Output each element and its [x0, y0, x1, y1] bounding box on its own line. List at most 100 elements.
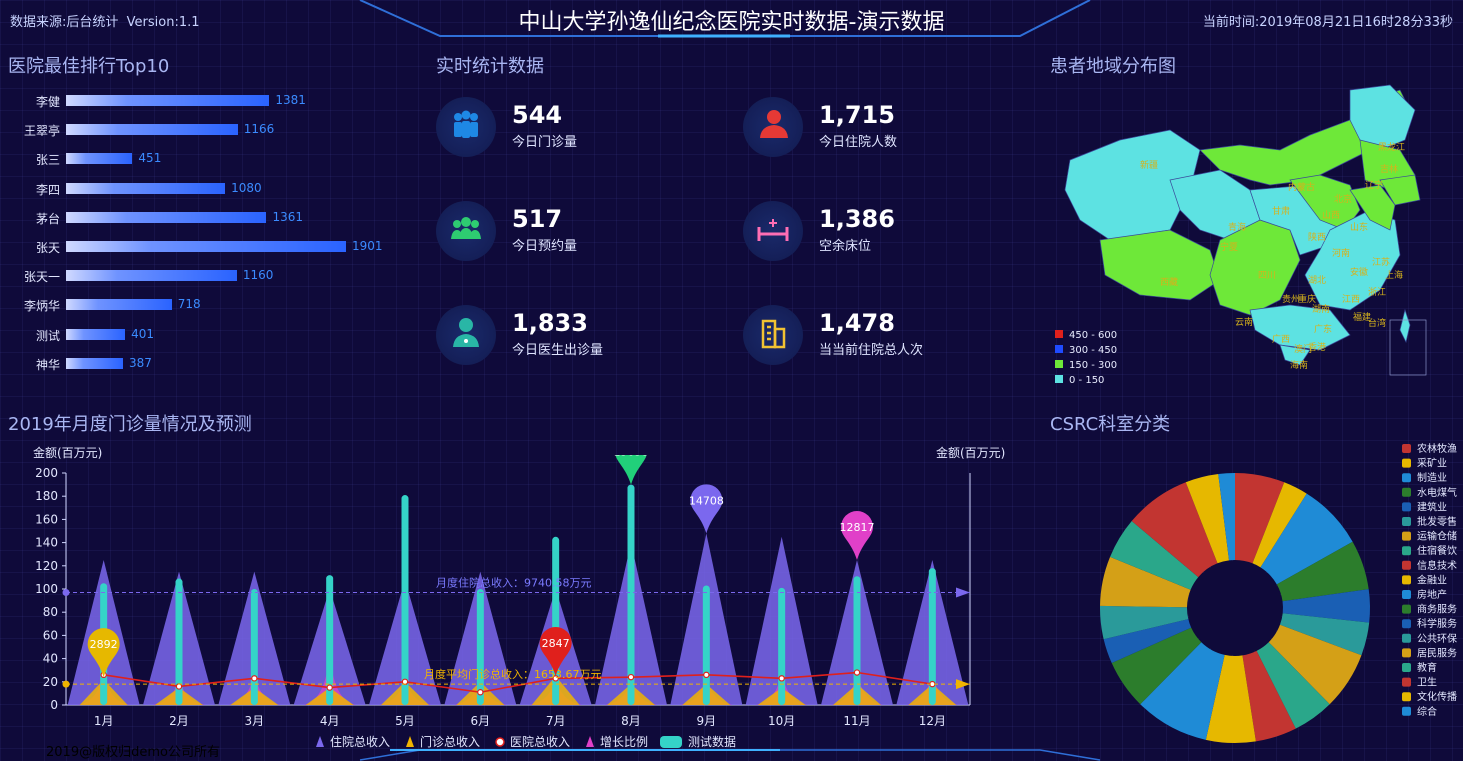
- svg-text:辽宁: 辽宁: [1365, 179, 1383, 191]
- rank-row: 张天一 1160: [0, 265, 420, 285]
- map-legend-label: 450 - 600: [1069, 330, 1117, 341]
- legend-symbol: [1402, 487, 1411, 497]
- rank-value: 1166: [243, 122, 275, 137]
- legend-label: 测试数据: [688, 734, 736, 749]
- stat-label: 今日门诊量: [512, 135, 578, 150]
- rank-name: 张天一: [23, 270, 60, 285]
- marker-pin: [615, 455, 647, 485]
- china-map[interactable]: 新疆西藏 青海 四川 甘肃陕西 内蒙古 黑龙江吉林 辽宁北京山西 山东河南湖北 安徽江…: [1050, 80, 1463, 390]
- rank-value: 451: [138, 151, 162, 166]
- rank-bar: [66, 95, 270, 106]
- stat-label: 空余床位: [819, 239, 872, 254]
- svg-text:重庆: 重庆: [1298, 293, 1316, 305]
- stat-inpatient: 1,715 今日住院人数: [743, 97, 1003, 157]
- stat-doctors: 1,833 今日医生出诊量: [436, 305, 696, 365]
- legend-label: 农林牧渔: [1417, 442, 1457, 455]
- x-tick-label: 12月: [919, 714, 946, 728]
- legend-symbol: [660, 736, 682, 748]
- svg-text:西藏: 西藏: [1160, 276, 1178, 288]
- legend-label: 综合: [1417, 705, 1437, 718]
- legend-label: 住院总收入: [330, 735, 390, 749]
- legend-symbol: [1402, 706, 1411, 716]
- rank-bar: [66, 153, 133, 165]
- hospital-revenue-point: [251, 675, 258, 682]
- test-data-bar: [401, 495, 409, 705]
- y-tick-label: 140: [35, 536, 58, 550]
- x-tick-label: 8月: [621, 714, 641, 728]
- y-tick-label: 80: [43, 605, 58, 619]
- svg-text:广西: 广西: [1272, 333, 1290, 345]
- map-legend-label: 150 - 300: [1069, 360, 1117, 371]
- legend-label: 信息技术: [1417, 559, 1457, 572]
- map-title: 患者地域分布图: [1050, 56, 1176, 77]
- monthly-chart: 0 20 40 60 80 100 120 140 160 180 200 1月 2月 3月 4月 5月 6月 7…: [35, 455, 971, 749]
- svg-text:江苏: 江苏: [1372, 256, 1390, 268]
- rank-name: 李四: [35, 182, 60, 197]
- dept-pie-chart: 农林牧渔采矿业制造业水电煤气建筑业批发零售运输仓储住宿餐饮信息技术金融业房地产商…: [1100, 442, 1457, 743]
- test-data-bar: [853, 576, 861, 705]
- y-tick-label: 180: [35, 489, 58, 503]
- legend-symbol: [1402, 560, 1411, 570]
- y-tick-label: 200: [35, 466, 58, 480]
- stat-outpatient: 544 今日门诊量: [436, 97, 696, 157]
- stat-value: 544: [512, 101, 563, 129]
- svg-text:澳门: 澳门: [1294, 343, 1312, 355]
- svg-text:浙江: 浙江: [1368, 286, 1386, 298]
- legend-label: 批发零售: [1417, 515, 1457, 528]
- test-data-bar: [627, 484, 635, 705]
- test-data-bar: [702, 585, 710, 705]
- hospital-revenue-point: [703, 671, 710, 679]
- stat-appointment: 517 今日预约量: [436, 201, 696, 261]
- hospital-revenue-point: [778, 675, 785, 682]
- x-tick-label: 9月: [697, 714, 717, 728]
- svg-text:台湾: 台湾: [1368, 317, 1386, 329]
- svg-text:云南: 云南: [1235, 316, 1253, 328]
- rank-bar: [66, 270, 237, 282]
- stat-value: 517: [512, 205, 563, 233]
- rank-name: 李炳华: [23, 299, 60, 314]
- marker-value: 19098: [614, 455, 649, 459]
- rank-value: 1080: [231, 180, 262, 195]
- rank-name: 测试: [35, 328, 60, 343]
- footer-frame: [359, 749, 1101, 761]
- rank-value: 1381: [275, 93, 306, 107]
- ranking-list: 李健 1381 王翠亭 1166 张三 451 李四 1080 茅台 1361 张天 1901 张天一 1…: [0, 90, 420, 380]
- svg-text:四川: 四川: [1258, 271, 1276, 281]
- test-data-bar: [778, 587, 786, 705]
- svg-text:北京: 北京: [1334, 193, 1352, 205]
- rank-bar: [66, 211, 267, 223]
- rank-row: 李四 1080: [0, 178, 420, 198]
- svg-text:安徽: 安徽: [1350, 266, 1368, 278]
- rank-bar: [66, 182, 226, 194]
- svg-text:甘肃: 甘肃: [1272, 205, 1290, 217]
- y-tick-label: 100: [35, 582, 58, 596]
- svg-text:宁夏: 宁夏: [1220, 241, 1238, 253]
- legend-symbol: [495, 737, 505, 747]
- legend-symbol: [1402, 619, 1411, 629]
- hospital-revenue-point: [627, 673, 635, 681]
- rank-name: 王翠亭: [23, 124, 60, 139]
- svg-text:上海: 上海: [1385, 269, 1403, 281]
- legend-symbol: [1402, 531, 1411, 541]
- svg-text:新疆: 新疆: [1140, 159, 1158, 171]
- rank-value: 1361: [272, 209, 303, 224]
- svg-text:山东: 山东: [1350, 221, 1368, 233]
- svg-text:河南: 河南: [1332, 247, 1350, 259]
- legend-label: 科学服务: [1417, 617, 1457, 630]
- legend-symbol: [1402, 633, 1411, 643]
- stat-value: 1,833: [512, 309, 588, 337]
- map-legend-label: 300 - 450: [1069, 345, 1117, 356]
- rank-name: 神华: [35, 357, 60, 372]
- stats-title: 实时统计数据: [436, 56, 544, 77]
- hospital-revenue-point: [477, 689, 484, 696]
- marker-pin: [841, 511, 873, 560]
- svg-text:吉林: 吉林: [1380, 163, 1398, 175]
- legend-label: 房地产: [1417, 588, 1447, 601]
- y-tick-label: 160: [35, 512, 58, 526]
- people-group-icon: [436, 97, 496, 157]
- rank-value: 401: [131, 326, 154, 341]
- svg-text:湖北: 湖北: [1308, 275, 1326, 286]
- hospital-revenue-point: [326, 684, 333, 691]
- rank-row: 神华 387: [0, 353, 420, 373]
- rank-bar: [66, 328, 126, 340]
